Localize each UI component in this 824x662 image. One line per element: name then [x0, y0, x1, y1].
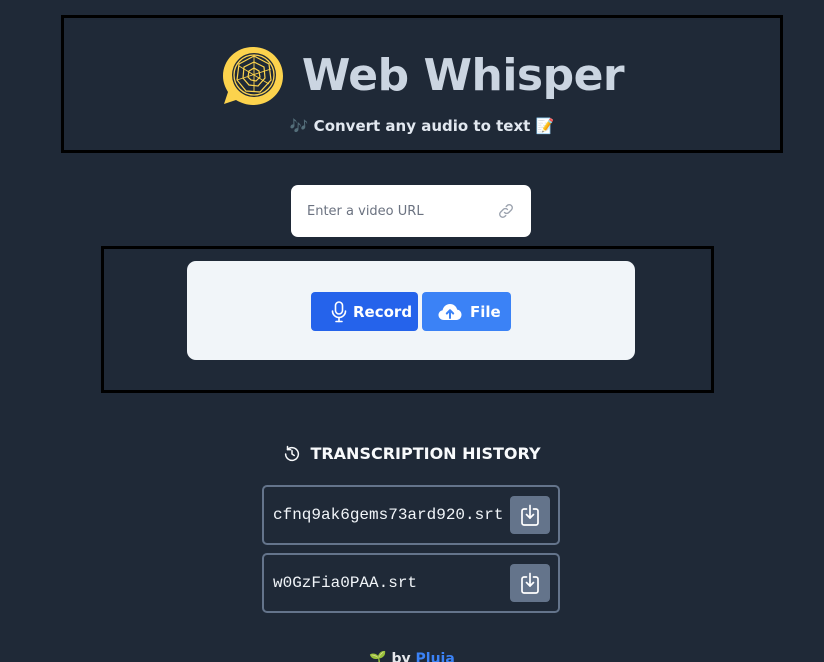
history-item: w0GzFia0PAA.srt [262, 553, 560, 613]
upload-actions: Record File [311, 292, 511, 331]
download-button[interactable] [510, 564, 550, 602]
history-icon [285, 445, 300, 461]
cloud-upload-icon [438, 303, 462, 320]
history-title: TRANSCRIPTION HISTORY [310, 444, 541, 463]
logo-row: Web Whisper [64, 44, 780, 108]
history-heading: TRANSCRIPTION HISTORY [0, 444, 824, 463]
download-icon [521, 572, 539, 594]
video-url-input[interactable] [291, 185, 491, 237]
footer-credit: 🌱 by Pluja [0, 650, 824, 662]
app-page: Web Whisper 🎶 Convert any audio to text … [0, 0, 824, 662]
download-button[interactable] [510, 496, 550, 534]
file-button-label: File [470, 302, 501, 321]
upload-card: Record File [187, 261, 635, 360]
download-icon [521, 504, 539, 526]
author-link[interactable]: Pluja [416, 651, 455, 662]
history-filename: cfnq9ak6gems73ard920.srt [273, 506, 504, 524]
history-list: cfnq9ak6gems73ard920.srt w0GzFia0PAA.srt [262, 485, 560, 621]
app-header: Web Whisper 🎶 Convert any audio to text … [61, 15, 783, 153]
app-title: Web Whisper [301, 50, 625, 101]
history-filename: w0GzFia0PAA.srt [273, 574, 418, 592]
file-upload-button[interactable]: File [422, 292, 511, 331]
app-tagline: 🎶 Convert any audio to text 📝 [289, 117, 555, 135]
link-icon[interactable] [497, 202, 515, 220]
footer-prefix: 🌱 by [369, 651, 411, 662]
record-button-label: Record [353, 302, 413, 321]
history-item: cfnq9ak6gems73ard920.srt [262, 485, 560, 545]
record-button[interactable]: Record [311, 292, 418, 331]
whisper-logo-icon [222, 47, 283, 105]
microphone-icon [331, 300, 347, 322]
video-url-field [291, 185, 531, 237]
